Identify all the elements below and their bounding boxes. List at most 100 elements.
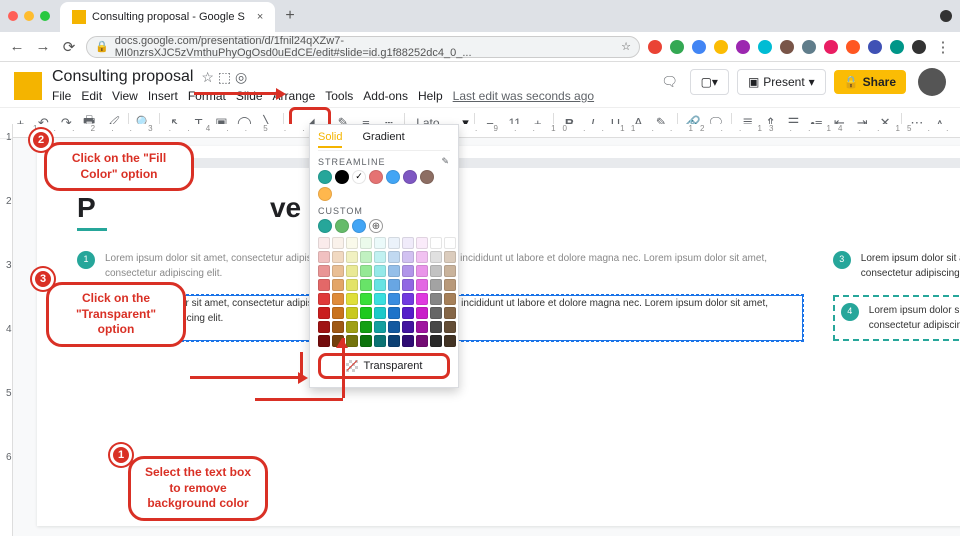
new-tab-button[interactable]: + [285,7,294,25]
streamline-colors[interactable] [318,170,450,201]
present-button[interactable]: ▣ Present ▾ [737,69,826,95]
palette-swatch[interactable] [360,237,372,249]
palette-swatch[interactable] [416,265,428,277]
color-palette[interactable] [318,237,450,347]
palette-swatch[interactable] [318,237,330,249]
color-swatch[interactable] [318,219,332,233]
color-swatch[interactable] [318,187,332,201]
palette-swatch[interactable] [346,251,358,263]
palette-swatch[interactable] [388,265,400,277]
palette-swatch[interactable] [346,307,358,319]
palette-swatch[interactable] [318,307,330,319]
palette-swatch[interactable] [430,265,442,277]
palette-swatch[interactable] [416,307,428,319]
palette-swatch[interactable] [402,251,414,263]
palette-swatch[interactable] [430,321,442,333]
palette-swatch[interactable] [416,251,428,263]
palette-swatch[interactable] [430,279,442,291]
palette-swatch[interactable] [444,251,456,263]
palette-swatch[interactable] [346,279,358,291]
palette-swatch[interactable] [444,321,456,333]
custom-colors[interactable]: ⊕ [318,219,450,233]
color-swatch[interactable] [352,219,366,233]
palette-swatch[interactable] [388,237,400,249]
palette-swatch[interactable] [374,335,386,347]
palette-swatch[interactable] [416,321,428,333]
palette-swatch[interactable] [360,251,372,263]
comments-icon[interactable]: 🗨 [658,70,682,94]
extension-icons[interactable] [648,40,926,54]
tab-solid[interactable]: Solid [318,131,342,148]
palette-swatch[interactable] [332,293,344,305]
menu-addons[interactable]: Add-ons [363,89,408,103]
palette-swatch[interactable] [346,237,358,249]
browser-profile-icon[interactable] [940,10,952,22]
palette-swatch[interactable] [402,335,414,347]
palette-swatch[interactable] [346,265,358,277]
last-edit-link[interactable]: Last edit was seconds ago [453,89,594,103]
palette-swatch[interactable] [430,307,442,319]
palette-swatch[interactable] [402,237,414,249]
palette-swatch[interactable] [388,321,400,333]
palette-swatch[interactable] [374,279,386,291]
color-swatch[interactable] [420,170,434,184]
slides-logo-icon[interactable] [14,72,42,100]
palette-swatch[interactable] [402,265,414,277]
objective-3[interactable]: 3Lorem ipsum dolor sit amet, consectetur… [833,251,960,281]
menu-help[interactable]: Help [418,89,443,103]
window-controls[interactable] [8,11,50,21]
palette-swatch[interactable] [332,321,344,333]
palette-swatch[interactable] [332,307,344,319]
palette-swatch[interactable] [402,321,414,333]
palette-swatch[interactable] [360,279,372,291]
transparent-option[interactable]: Transparent [318,353,450,379]
palette-swatch[interactable] [318,335,330,347]
palette-swatch[interactable] [318,321,330,333]
palette-swatch[interactable] [360,265,372,277]
document-title[interactable]: Consulting proposal [52,68,193,86]
edit-theme-colors-icon[interactable]: ✎ [441,156,450,167]
browser-tab[interactable]: Consulting proposal - Google S × [60,2,275,32]
palette-swatch[interactable] [360,293,372,305]
palette-swatch[interactable] [402,293,414,305]
forward-button[interactable]: → [34,38,52,55]
reload-button[interactable]: ⟳ [60,38,78,56]
palette-swatch[interactable] [388,293,400,305]
palette-swatch[interactable] [402,279,414,291]
palette-swatch[interactable] [318,279,330,291]
palette-swatch[interactable] [346,293,358,305]
color-swatch[interactable] [318,170,332,184]
palette-swatch[interactable] [388,279,400,291]
palette-swatch[interactable] [374,307,386,319]
palette-swatch[interactable] [332,237,344,249]
palette-swatch[interactable] [402,307,414,319]
palette-swatch[interactable] [444,335,456,347]
slide-thumbnail-panel[interactable]: 1 2 3 4 5 6Understandingthe market [0,124,13,536]
palette-swatch[interactable] [430,293,442,305]
url-bar[interactable]: 🔒 docs.google.com/presentation/d/1fnil24… [86,36,640,58]
palette-swatch[interactable] [332,265,344,277]
palette-swatch[interactable] [430,335,442,347]
palette-swatch[interactable] [430,251,442,263]
menu-file[interactable]: File [52,89,71,103]
palette-swatch[interactable] [416,279,428,291]
color-swatch[interactable] [335,219,349,233]
palette-swatch[interactable] [318,293,330,305]
palette-swatch[interactable] [388,251,400,263]
palette-swatch[interactable] [374,237,386,249]
menu-insert[interactable]: Insert [148,89,178,103]
palette-swatch[interactable] [416,237,428,249]
palette-swatch[interactable] [430,237,442,249]
color-swatch[interactable] [335,170,349,184]
palette-swatch[interactable] [416,293,428,305]
palette-swatch[interactable] [444,293,456,305]
add-custom-color[interactable]: ⊕ [369,219,383,233]
color-swatch[interactable] [386,170,400,184]
menu-edit[interactable]: Edit [81,89,102,103]
star-icon[interactable]: ☆ [621,40,631,53]
slide-title[interactable]: Project objective [77,192,960,224]
menu-bar[interactable]: File Edit View Insert Format Slide Arran… [52,89,594,103]
palette-swatch[interactable] [416,335,428,347]
palette-swatch[interactable] [388,335,400,347]
palette-swatch[interactable] [374,321,386,333]
